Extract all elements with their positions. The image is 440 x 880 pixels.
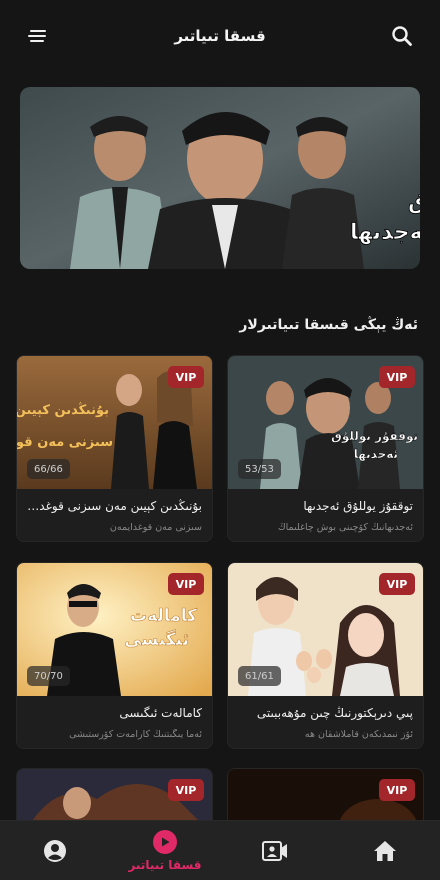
- card-poster: توققۇز يوللۇق ئەجدىھا VIP 53/53: [228, 356, 423, 489]
- video-camera-icon: [262, 840, 287, 861]
- nav-video[interactable]: [220, 821, 330, 880]
- card-description: ئەجدىھانىڭ كۆچىنى بوش چاغلىماڭ: [277, 522, 413, 533]
- card-poster: VIP 61/61: [228, 563, 423, 696]
- play-circle-icon: [153, 829, 177, 854]
- card-description: سىزنى مەن قوغدايمەن: [109, 522, 202, 533]
- card-title: بۇنىڭدىن كېيىن مەن سىزنى قوغدا...: [27, 499, 202, 513]
- page-title: قسقا تىياتىر: [174, 27, 266, 45]
- banner-title-line2: ئەجدىھا: [350, 220, 420, 245]
- episode-count: 61/61: [238, 666, 281, 686]
- drama-card[interactable]: VIP 61/61 پىي دىرېكتورنىڭ چىن مۇھەببىتى …: [227, 562, 424, 749]
- poster-title-line1: كامالەت: [130, 606, 197, 626]
- vip-badge: VIP: [379, 779, 415, 801]
- episode-count: 53/53: [238, 459, 281, 479]
- drama-card[interactable]: بۇنىڭدىن كېيىن سىزنى مەن قوغدا VIP 66/66…: [16, 355, 213, 542]
- poster-title-line2: سىزنى مەن قوغدا: [17, 435, 113, 450]
- card-poster: بۇنىڭدىن كېيىن سىزنى مەن قوغدا VIP 66/66: [17, 356, 212, 489]
- poster-title-line2: ئىگىسى: [124, 629, 189, 650]
- nav-short-drama[interactable]: قسقا تىياتىر: [110, 821, 220, 880]
- nav-short-drama-label: قسقا تىياتىر: [128, 857, 202, 872]
- card-title: توققۇز يوللۇق ئەجدىھا: [303, 499, 413, 513]
- menu-button[interactable]: [26, 24, 50, 48]
- vip-badge: VIP: [379, 366, 415, 388]
- featured-banner[interactable]: توققۇز يوللۇق ئەجدىھا: [20, 87, 420, 269]
- vip-badge: VIP: [168, 573, 204, 595]
- banner-title-line1: توققۇز يوللۇق: [408, 190, 420, 215]
- drama-card[interactable]: VIP: [227, 768, 424, 828]
- search-icon: [392, 26, 412, 46]
- nav-profile[interactable]: [0, 821, 110, 880]
- profile-icon: [44, 839, 66, 862]
- episode-count: 70/70: [27, 666, 70, 686]
- card-title: كامالەت ئىگىسى: [119, 706, 202, 720]
- banner-image: توققۇز يوللۇق ئەجدىھا: [20, 87, 420, 269]
- section-title: ئەڭ يېڭى قىسقا تىياتىرلار: [239, 317, 418, 333]
- drama-card[interactable]: VIP: [16, 768, 213, 828]
- episode-count: 66/66: [27, 459, 70, 479]
- nav-home[interactable]: [330, 821, 440, 880]
- poster-title-line2: ئەجدىھا: [354, 447, 398, 461]
- vip-badge: VIP: [168, 366, 204, 388]
- card-description: ئەما يىگىتنىڭ كارامەت كۆرستىشى: [69, 729, 202, 740]
- card-title: پىي دىرېكتورنىڭ چىن مۇھەببىتى: [256, 706, 413, 720]
- vip-badge: VIP: [168, 779, 204, 801]
- search-button[interactable]: [390, 24, 414, 48]
- poster-title-line1: توققۇز يوللۇق: [331, 429, 418, 444]
- card-description: ئۆز نىمدىكەن قاملاشقان ھە: [304, 729, 413, 740]
- card-poster: كامالەت ئىگىسى VIP 70/70: [17, 563, 212, 696]
- drama-card[interactable]: كامالەت ئىگىسى VIP 70/70 كامالەت ئىگىسى …: [16, 562, 213, 749]
- vip-badge: VIP: [379, 573, 415, 595]
- bottom-navigation: قسقا تىياتىر: [0, 820, 440, 880]
- menu-icon: [28, 30, 46, 42]
- home-icon: [374, 840, 396, 861]
- drama-card[interactable]: توققۇز يوللۇق ئەجدىھا VIP 53/53 توققۇز ي…: [227, 355, 424, 542]
- app-header: قسقا تىياتىر: [0, 0, 440, 72]
- poster-title-line1: بۇنىڭدىن كېيىن: [17, 402, 109, 418]
